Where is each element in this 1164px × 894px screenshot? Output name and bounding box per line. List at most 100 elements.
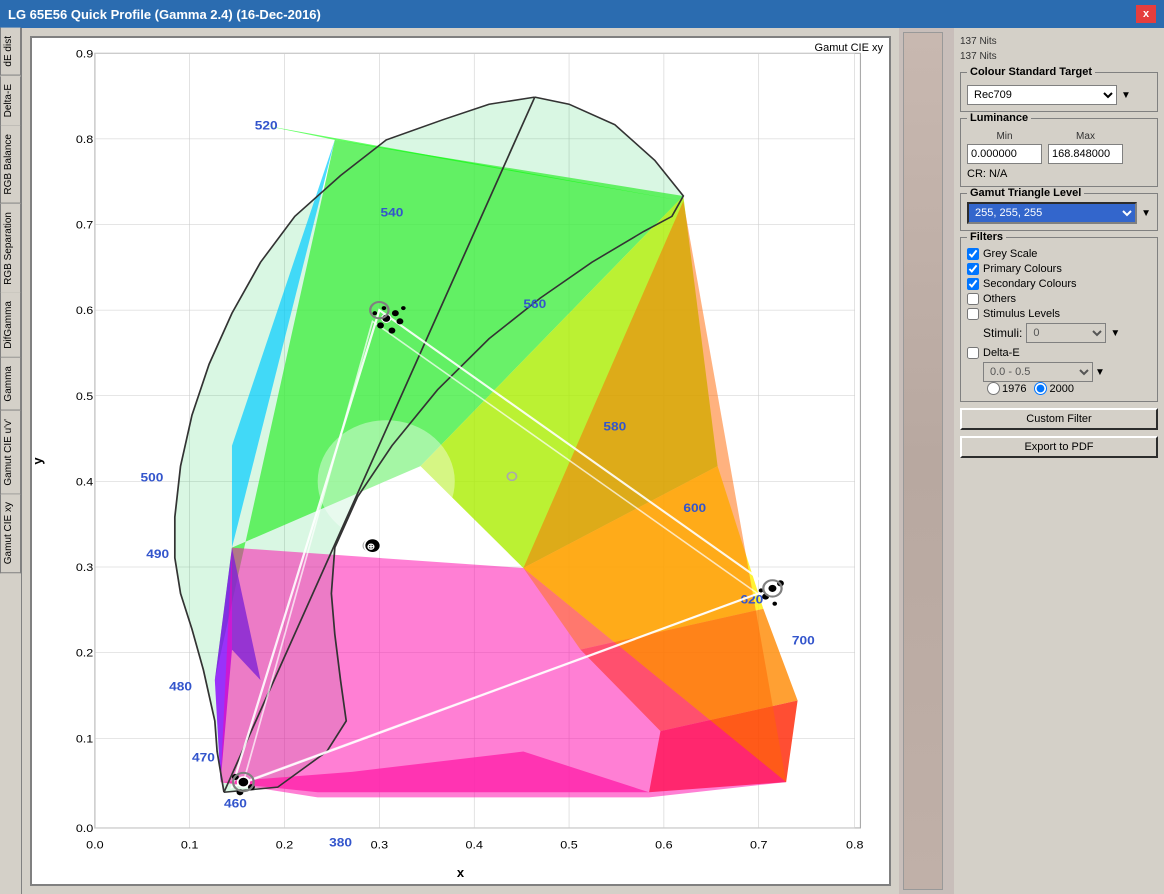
nits-column [899, 28, 954, 894]
luminance-min-label: Min [967, 131, 1042, 142]
svg-text:0.7: 0.7 [76, 218, 94, 231]
left-sidebar: dE distDelta-ERGB BalanceRGB SeparationD… [0, 28, 22, 894]
luminance-group: Luminance Min Max CR: N/A [960, 118, 1158, 187]
filter-secondary-colours: Secondary Colours [967, 278, 1151, 290]
filter-grey-scale: Grey Scale [967, 248, 1151, 260]
chart-wrapper: Gamut CIE xy y x [30, 36, 891, 886]
cr-label: CR: N/A [967, 168, 1151, 180]
title-bar: LG 65E56 Quick Profile (Gamma 2.4) (16-D… [0, 0, 1164, 28]
svg-text:0.4: 0.4 [76, 475, 94, 488]
nits-right: 137 Nits 137 Nits Colour Standard Target… [899, 28, 1164, 894]
svg-text:0.2: 0.2 [276, 838, 294, 851]
svg-text:700: 700 [792, 633, 815, 647]
stimuli-label: Stimuli: [983, 326, 1022, 340]
radio-1976-input[interactable] [987, 382, 1000, 395]
export-to-pdf-button[interactable]: Export to PDF [960, 436, 1158, 458]
sidebar-tab-rgb-separation[interactable]: RGB Separation [0, 204, 21, 294]
sidebar-tab-rgb-balance[interactable]: RGB Balance [0, 126, 21, 204]
stimulus-row: Stimuli: 0 1 2 ▼ [983, 323, 1151, 343]
svg-text:460: 460 [224, 796, 247, 810]
gamut-triangle-select[interactable]: 255, 255, 255 0, 0, 0 128, 128, 128 [967, 202, 1137, 224]
sidebar-tab-de-dist[interactable]: dE dist [0, 28, 21, 76]
svg-text:0.1: 0.1 [181, 838, 199, 851]
primary-colours-checkbox[interactable] [967, 263, 979, 275]
svg-text:0.2: 0.2 [76, 646, 94, 659]
filter-delta-e: Delta-E [967, 347, 1151, 359]
delta-e-label[interactable]: Delta-E [983, 347, 1020, 359]
sidebar-tab-gamut-cie-xy[interactable]: Gamut CIE xy [0, 494, 21, 573]
svg-text:0.5: 0.5 [76, 389, 94, 402]
luminance-min-input[interactable] [967, 144, 1042, 164]
sidebar-tab-gamut-cie-uv[interactable]: Gamut CIE u'v' [0, 411, 21, 495]
filters-title: Filters [967, 231, 1006, 243]
custom-filter-button[interactable]: Custom Filter [960, 408, 1158, 430]
others-label[interactable]: Others [983, 293, 1016, 305]
radio-2000-input[interactable] [1034, 382, 1047, 395]
svg-text:0.9: 0.9 [76, 47, 94, 60]
svg-text:0.7: 0.7 [750, 838, 768, 851]
sidebar-tab-gamma[interactable]: Gamma [0, 358, 21, 411]
filter-others: Others [967, 293, 1151, 305]
svg-text:0.3: 0.3 [371, 838, 389, 851]
white-point-cluster: ⊕ [365, 538, 381, 552]
svg-text:0.1: 0.1 [76, 732, 94, 745]
delta-e-dropdown-icon: ▼ [1095, 367, 1105, 378]
svg-text:580: 580 [603, 419, 626, 433]
filter-stimulus-levels: Stimulus Levels [967, 308, 1151, 320]
svg-text:540: 540 [381, 205, 404, 219]
delta-e-checkbox[interactable] [967, 347, 979, 359]
gamut-triangle-title: Gamut Triangle Level [967, 187, 1084, 199]
gamut-dropdown-icon: ▼ [1141, 208, 1151, 219]
svg-text:0.8: 0.8 [846, 838, 864, 851]
radio-2000: 2000 [1034, 382, 1073, 395]
chart-container: Gamut CIE xy y x [22, 28, 899, 894]
colour-standard-title: Colour Standard Target [967, 66, 1095, 78]
delta-e-radio-row: 1976 2000 [987, 382, 1151, 395]
stimulus-levels-label[interactable]: Stimulus Levels [983, 308, 1060, 320]
radio-2000-label[interactable]: 2000 [1049, 383, 1073, 395]
filter-primary-colours: Primary Colours [967, 263, 1151, 275]
grey-scale-label[interactable]: Grey Scale [983, 248, 1037, 260]
colour-standard-select[interactable]: Rec709 DCI-P3 BT.2020 [967, 85, 1117, 105]
svg-text:600: 600 [683, 501, 706, 515]
luminance-max-input[interactable] [1048, 144, 1123, 164]
svg-text:380: 380 [329, 835, 352, 849]
window-title: LG 65E56 Quick Profile (Gamma 2.4) (16-D… [8, 7, 321, 22]
svg-text:470: 470 [192, 750, 215, 764]
svg-text:0.0: 0.0 [86, 838, 104, 851]
svg-text:500: 500 [141, 470, 164, 484]
luminance-title: Luminance [967, 112, 1031, 124]
nits-label-1: 137 Nits [960, 34, 1158, 49]
gamut-triangle-group: Gamut Triangle Level 255, 255, 255 0, 0,… [960, 193, 1158, 231]
svg-text:0.4: 0.4 [465, 838, 483, 851]
svg-text:560: 560 [523, 297, 546, 311]
colour-standard-group: Colour Standard Target Rec709 DCI-P3 BT.… [960, 72, 1158, 112]
delta-e-select[interactable]: 0.0 - 0.5 0.5 - 1.0 1.0 - 2.0 [983, 362, 1093, 382]
primary-colours-label[interactable]: Primary Colours [983, 263, 1062, 275]
others-checkbox[interactable] [967, 293, 979, 305]
radio-1976: 1976 [987, 382, 1026, 395]
cie-chart: 0.9 0.8 0.7 0.6 0.5 0.4 0.3 0.2 0.1 0.0 … [32, 38, 889, 884]
right-controls: 137 Nits 137 Nits Colour Standard Target… [954, 28, 1164, 894]
svg-text:0.6: 0.6 [655, 838, 673, 851]
svg-text:0.8: 0.8 [76, 133, 94, 146]
main-content: dE distDelta-ERGB BalanceRGB SeparationD… [0, 28, 1164, 894]
secondary-colours-checkbox[interactable] [967, 278, 979, 290]
svg-text:0.6: 0.6 [76, 304, 94, 317]
grey-scale-checkbox[interactable] [967, 248, 979, 260]
svg-text:⊕: ⊕ [367, 542, 376, 552]
svg-text:0.5: 0.5 [560, 838, 578, 851]
stimuli-select[interactable]: 0 1 2 [1026, 323, 1106, 343]
close-button[interactable]: x [1136, 5, 1156, 23]
svg-text:490: 490 [146, 547, 169, 561]
nits-label-2: 137 Nits [960, 49, 1158, 64]
svg-text:0.0: 0.0 [76, 822, 94, 835]
luminance-max-label: Max [1048, 131, 1123, 142]
secondary-colours-label[interactable]: Secondary Colours [983, 278, 1077, 290]
stimuli-dropdown-icon: ▼ [1110, 328, 1120, 339]
sidebar-tab-delta-e[interactable]: Delta-E [0, 76, 21, 126]
radio-1976-label[interactable]: 1976 [1002, 383, 1026, 395]
stimulus-levels-checkbox[interactable] [967, 308, 979, 320]
colour-standard-dropdown-icon: ▼ [1121, 90, 1131, 101]
sidebar-tab-difgamma[interactable]: DifGamma [0, 293, 21, 358]
